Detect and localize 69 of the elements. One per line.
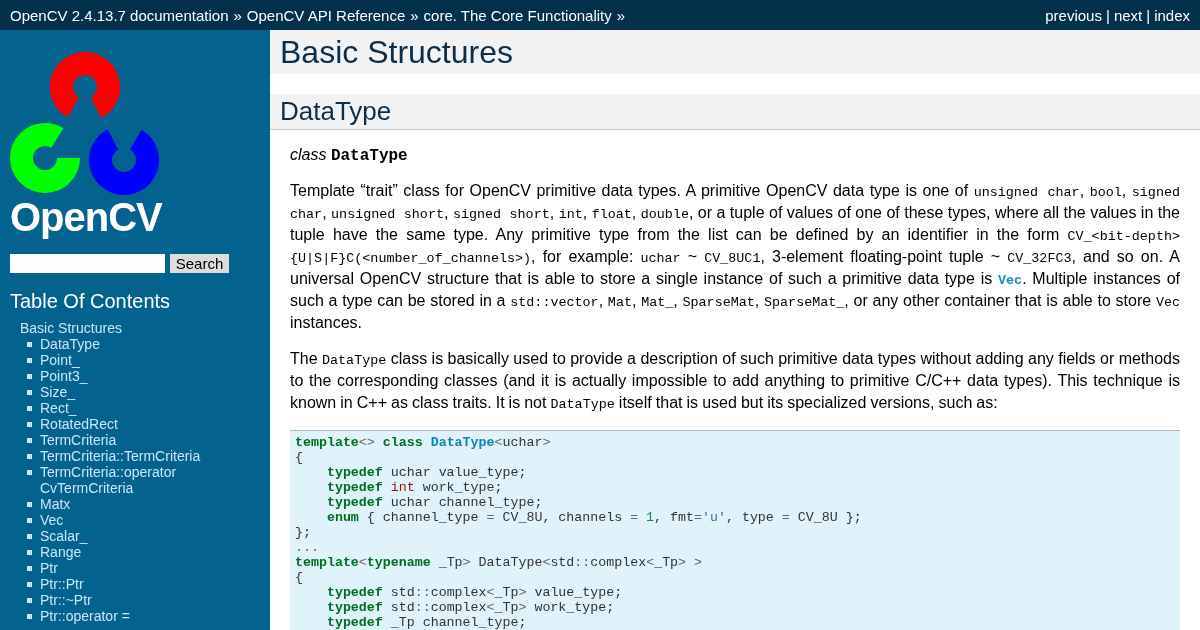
toc-link[interactable]: Size_	[40, 384, 76, 400]
toc-link[interactable]: Ptr::~Ptr	[40, 592, 92, 608]
toc-heading: Table Of Contents	[10, 289, 172, 313]
bullet-icon	[27, 598, 32, 603]
toc-link[interactable]: Ptr::Ptr	[40, 576, 84, 592]
toc-link[interactable]: Rect_	[40, 400, 77, 416]
breadcrumb-link[interactable]: core. The Core Functionality	[423, 6, 612, 24]
nav-link[interactable]: index	[1154, 6, 1190, 24]
bullet-icon	[27, 614, 32, 619]
toc-link[interactable]: Range	[40, 544, 82, 560]
body-paragraph: The DataType class is basically used to provide a description of such primitive data types without adding any fields or methods to the corresponding classes (and it is actually impossible to add anything to primitive C/C++ data types). This technique is known in C++ as class traits. It is not DataType itself that is used but its specialized versions, such as:	[290, 349, 1180, 414]
toc-link[interactable]: Ptr	[40, 560, 58, 576]
toc-link[interactable]: RotatedRect	[40, 416, 118, 432]
bullet-icon	[27, 358, 32, 363]
nav-link[interactable]: next	[1113, 6, 1143, 24]
bullet-icon	[27, 470, 32, 475]
breadcrumb-separator: »	[410, 6, 419, 24]
code-line: {	[295, 450, 304, 465]
code-line: typedef int work_type;	[325, 480, 504, 495]
toc-link[interactable]: TermCriteria::operator CvTermCriteria	[40, 464, 260, 496]
body-paragraph: Template “trait” class for OpenCV primitive data types. A primitive OpenCV data type is one of unsigned char, bool, signed char, unsigned short, signed short, int, float, double, or a tuple of values of one of these types, where all the values in the tuple have the same type. Any primitive type from the list can be defined by an identifier in the form CV_<bit-depth>{U|S|F}C(<number_of_channels>), for example: uchar ~ CV_8UC1, 3-element floating-point tuple ~ CV_32FC3, and so on. A universal OpenCV structure that is able to store a single instance of such a primitive data type is Vec. Multiple instances of such a type can be stored in a std::vector, Mat, Mat_, SparseMat, SparseMat_, or any other container that is able to store Vec instances.	[290, 181, 1180, 333]
breadcrumb-separator: »	[616, 6, 626, 24]
search-button[interactable]: Search	[170, 254, 229, 273]
nav-separator: |	[1146, 6, 1151, 24]
page-title: Basic Structures	[270, 30, 1200, 74]
bullet-icon	[27, 518, 32, 523]
toc-link[interactable]: TermCriteria	[40, 432, 117, 448]
toc-link[interactable]: Ptr::operator =	[40, 608, 130, 624]
bullet-icon	[27, 390, 32, 395]
code-line: template<> class DataType<uchar>	[295, 435, 552, 450]
bullet-icon	[27, 566, 32, 571]
class-link[interactable]: Vec	[998, 273, 1023, 288]
toc-link[interactable]: Basic Structures	[20, 320, 260, 336]
breadcrumb-link[interactable]: OpenCV API Reference	[246, 6, 406, 24]
bullet-icon	[27, 534, 32, 539]
section-heading: DataType	[270, 94, 1200, 130]
code-line: };	[295, 525, 312, 540]
toc-link[interactable]: DataType	[40, 336, 100, 352]
toc-link[interactable]: Point3_	[40, 368, 88, 384]
code-line: typedef std::complex<_Tp> work_type;	[325, 600, 616, 615]
bullet-icon	[27, 550, 32, 555]
bullet-icon	[27, 438, 32, 443]
bullet-icon	[27, 454, 32, 459]
code-line: enum { channel_type = CV_8U, channels = 1, fmt='u', type = CV_8U };	[325, 510, 863, 525]
bullet-icon	[27, 502, 32, 507]
bullet-icon	[27, 374, 32, 379]
nav-link[interactable]: previous	[1045, 6, 1102, 24]
code-line: typedef uchar channel_type;	[325, 495, 544, 510]
code-line: ...	[295, 540, 320, 555]
nav-separator: |	[1105, 6, 1110, 24]
code-line: {	[295, 570, 304, 585]
bullet-icon	[27, 342, 32, 347]
toc-link[interactable]: Vec	[40, 512, 64, 528]
toc-link[interactable]: TermCriteria::TermCriteria	[40, 448, 201, 464]
bullet-icon	[27, 582, 32, 587]
logo-wordmark: OpenCV	[10, 197, 164, 237]
code-line: template<typename _Tp> DataType<std::complex<_Tp> >	[295, 555, 704, 570]
bullet-icon	[27, 422, 32, 427]
toc-link[interactable]: Point_	[40, 352, 80, 368]
toc-link[interactable]: Matx	[40, 496, 71, 512]
code-line: typedef uchar value_type;	[325, 465, 528, 480]
search-field[interactable]	[10, 254, 165, 273]
breadcrumb-link[interactable]: OpenCV 2.4.13.7 documentation	[10, 6, 229, 24]
toc-link[interactable]: Scalar_	[40, 528, 88, 544]
bullet-icon	[27, 406, 32, 411]
code-line: typedef _Tp channel_type;	[325, 615, 528, 630]
class-signature: class DataType	[290, 145, 409, 166]
code-line: typedef std::complex<_Tp> value_type;	[325, 585, 624, 600]
breadcrumb-separator: »	[233, 6, 242, 24]
